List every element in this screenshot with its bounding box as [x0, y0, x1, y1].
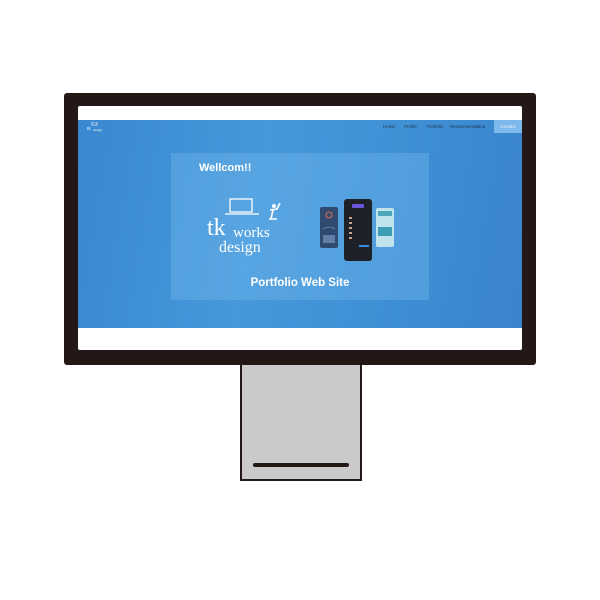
stand-slot [253, 463, 349, 467]
nav-profile[interactable]: Profile [404, 124, 417, 129]
svg-text:design: design [219, 239, 261, 256]
nav-home[interactable]: Home [383, 124, 395, 129]
tk-works-design-logo: tk works design [207, 198, 281, 256]
hero-panel: Wellcom!! tk works design Portfolio Web … [171, 153, 429, 300]
site-logo-icon[interactable]: tk design [86, 122, 104, 132]
hero-subtitle: Portfolio Web Site [250, 277, 350, 289]
monitor-screen: tk design Home Profile Portfolio Recomme… [78, 106, 522, 350]
app-mockup-phones [320, 199, 394, 261]
contact-button[interactable]: Contact [494, 120, 522, 133]
svg-text:tk: tk [207, 215, 226, 241]
hero-section: tk design Home Profile Portfolio Recomme… [78, 120, 522, 328]
nav-portfolio[interactable]: Portfolio [427, 124, 444, 129]
svg-text:design: design [93, 128, 102, 132]
svg-text:tk: tk [87, 127, 91, 132]
welcome-heading: Wellcom!! [199, 162, 252, 174]
nav-recommendation[interactable]: Recommendation [450, 124, 485, 129]
